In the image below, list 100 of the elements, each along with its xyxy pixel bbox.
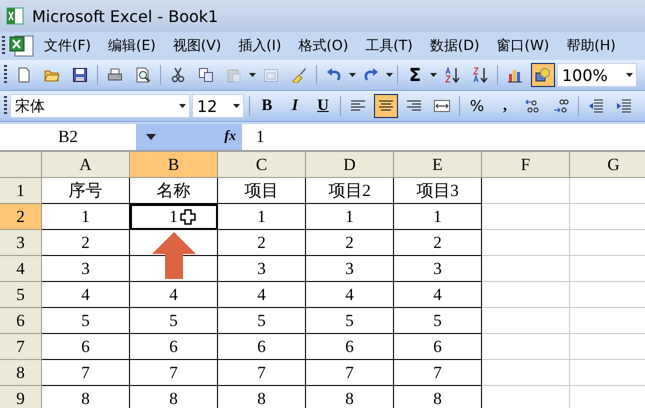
italic-button[interactable]: I [283,94,307,118]
table-cell: 1 [306,204,394,230]
column-header[interactable]: A [42,152,130,178]
menu-item[interactable]: 窗口(W) [488,37,558,55]
column-header[interactable]: E [394,152,482,178]
comma-button[interactable]: , [493,94,517,118]
table-cell: 1 [394,204,482,230]
row-header[interactable]: 4 [0,256,42,282]
table-cell: 4 [42,282,130,308]
increase-indent-icon [616,98,632,114]
table-cell: 5 [218,308,306,334]
decrease-indent-icon [588,98,604,114]
table-cell: 项目3 [394,178,482,204]
copy-icon [198,67,214,83]
sort-ascending-icon [444,67,460,83]
table-cell: 6 [130,334,218,360]
menu-item[interactable]: 数据(D) [420,37,488,55]
center-button[interactable] [374,94,398,118]
table-cell: 5 [130,308,218,334]
printer-icon [107,67,123,83]
increase-decimal-icon [525,98,541,114]
menu-item[interactable]: 帮助(H) [557,37,624,55]
column-header[interactable]: C [218,152,306,178]
table-cell: 3 [42,256,130,282]
table-cell: 7 [218,360,306,386]
table-cell: 3 [306,256,394,282]
table-cell: 4 [218,282,306,308]
menu-item[interactable]: 插入(I) [229,37,290,55]
table-cell: 1 [42,204,130,230]
workbook-icon [9,34,35,58]
row-header[interactable]: 5 [0,282,42,308]
formula-input[interactable]: 1 [242,124,264,150]
table-cell: 4 [394,282,482,308]
autosum-button[interactable]: Σ [403,63,427,87]
menu-item[interactable]: 视图(V) [164,37,230,55]
column-header[interactable]: F [482,152,570,178]
row-header[interactable]: 9 [0,386,42,408]
drawing-button[interactable] [531,63,555,87]
clipboard-icon [226,67,242,83]
row-header[interactable]: 7 [0,334,42,360]
table-cell: 6 [42,334,130,360]
undo-arrow-icon [326,67,342,83]
table-cell: 3 [218,256,306,282]
cross-cursor-icon [180,209,196,225]
table-cell: 4 [306,282,394,308]
decrease-decimal-icon [553,98,569,114]
font-dropdown[interactable]: 宋体 [10,94,190,118]
row-header[interactable]: 8 [0,360,42,386]
row-header[interactable]: 1 [0,178,42,204]
magnifier-page-icon [135,67,151,83]
excel-logo-icon [6,7,24,25]
row-header[interactable]: 3 [0,230,42,256]
table-cell: 5 [306,308,394,334]
column-header[interactable]: G [570,152,645,178]
table-cell: 1 [130,204,218,230]
table-cell: 6 [306,334,394,360]
shapes-icon [535,67,551,83]
sort-descending-icon [472,67,488,83]
bold-button[interactable]: B [255,94,279,118]
table-cell: 1 [218,204,306,230]
menu-item[interactable]: 文件(F) [35,37,99,55]
table-cell: 2 [394,230,482,256]
table-cell: 项目 [218,178,306,204]
dropdown-arrow-icon [146,133,156,141]
table-cell: 3 [394,256,482,282]
menu-item[interactable]: 工具(T) [356,37,421,55]
zoom-dropdown[interactable]: 100% [557,63,637,87]
table-cell: 4 [130,282,218,308]
row-header[interactable]: 2 [0,204,42,230]
paintbrush-icon [291,67,307,83]
table-cell: 7 [394,360,482,386]
table-cell: 名称 [130,178,218,204]
merge-center-icon [434,98,450,114]
calendar-icon [263,67,279,83]
underline-button[interactable]: U [311,94,335,118]
table-cell: 5 [42,308,130,334]
redo-arrow-icon [363,67,379,83]
window-title: Microsoft Excel - Book1 [32,6,218,26]
table-cell: 6 [218,334,306,360]
table-cell: 2 [218,230,306,256]
percent-button[interactable]: % [465,94,489,118]
insert-function-button[interactable]: fx [224,129,236,145]
table-cell: 6 [394,334,482,360]
scissors-icon [170,67,186,83]
column-header[interactable]: B [130,152,218,178]
column-header[interactable]: D [306,152,394,178]
table-cell: 项目2 [306,178,394,204]
up-arrow [152,232,196,279]
table-cell: 2 [42,230,130,256]
table-cell: 5 [394,308,482,334]
menu-item[interactable]: 编辑(E) [98,37,164,55]
table-cell: 7 [42,360,130,386]
table-cell: 2 [306,230,394,256]
bar-chart-icon [507,67,523,83]
table-cell: 7 [130,360,218,386]
menu-item[interactable]: 格式(O) [289,37,356,55]
font-size-dropdown[interactable]: 12 [192,94,244,118]
row-header[interactable]: 6 [0,308,42,334]
table-cell: 7 [306,360,394,386]
table-cell: 序号 [42,178,130,204]
